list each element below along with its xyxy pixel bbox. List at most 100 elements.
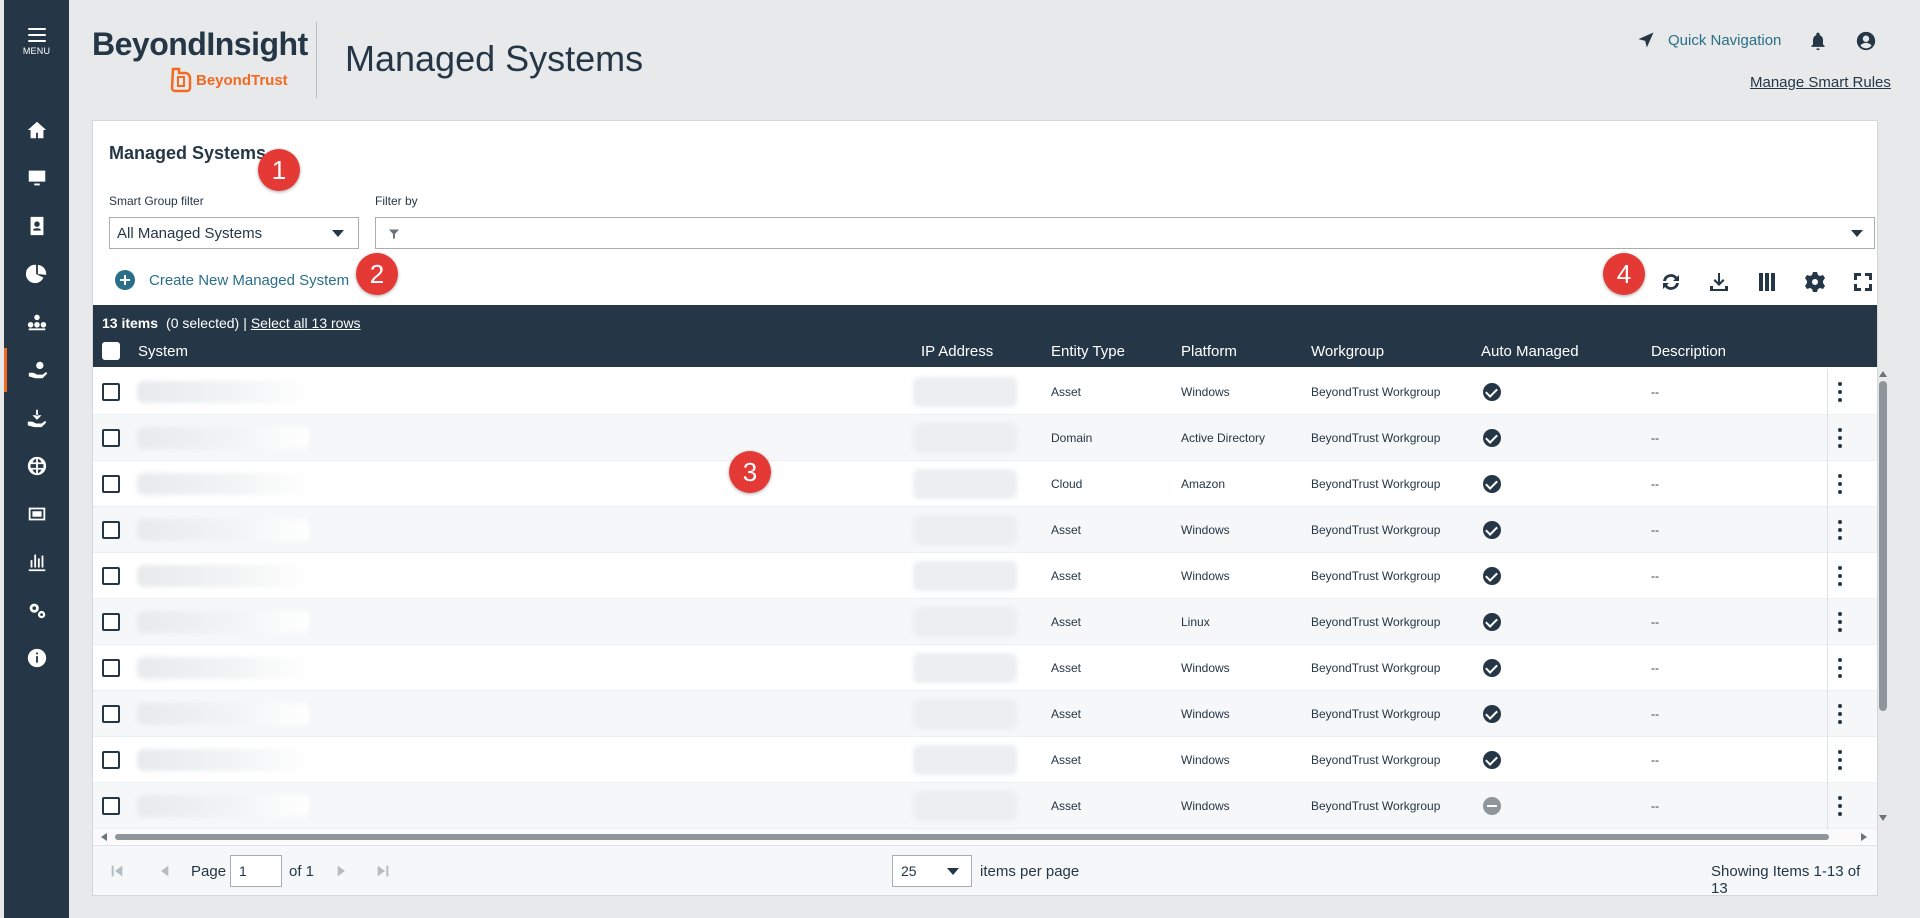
row-checkbox[interactable] (102, 751, 120, 769)
next-page-icon (337, 865, 345, 877)
nav-info[interactable] (4, 636, 69, 680)
scroll-left-arrow[interactable] (101, 833, 107, 841)
table-row[interactable]: Asset Windows BeyondTrust Workgroup -- (93, 645, 1877, 691)
table-row[interactable]: Asset Windows BeyondTrust Workgroup -- (93, 783, 1877, 829)
nav-analytics[interactable] (4, 252, 69, 296)
row-checkbox[interactable] (102, 567, 120, 585)
page-input[interactable] (230, 855, 282, 887)
last-page-button[interactable] (375, 863, 391, 883)
first-page-button[interactable] (109, 863, 125, 883)
refresh-button[interactable] (1658, 269, 1684, 295)
column-entity-type[interactable]: Entity Type (1051, 343, 1125, 360)
nav-assets[interactable] (4, 204, 69, 248)
scroll-up-arrow[interactable] (1879, 371, 1887, 377)
table-row[interactable]: Domain Active Directory BeyondTrust Workgr… (93, 415, 1877, 461)
settings-button[interactable] (1802, 269, 1828, 295)
nav-discovery[interactable] (4, 300, 69, 344)
row-checkbox[interactable] (102, 383, 120, 401)
ip-address-redacted (913, 791, 1017, 821)
horizontal-scrollbar[interactable] (115, 834, 1829, 840)
nav-monitor[interactable] (4, 156, 69, 200)
columns-button[interactable] (1754, 269, 1780, 295)
column-system[interactable]: System (138, 343, 188, 360)
nav-reports[interactable] (4, 540, 69, 584)
description-cell: -- (1651, 661, 1659, 675)
create-new-managed-system-button[interactable]: Create New Managed System (115, 270, 349, 290)
row-actions-button[interactable] (1834, 382, 1846, 402)
home-icon (27, 121, 46, 139)
table-row[interactable]: Asset Windows BeyondTrust Workgroup -- (93, 553, 1877, 599)
header-divider (316, 22, 317, 98)
bell-icon (1811, 32, 1825, 51)
column-platform[interactable]: Platform (1181, 343, 1237, 360)
row-checkbox[interactable] (102, 705, 120, 723)
smart-group-value: All Managed Systems (117, 224, 263, 242)
system-name-redacted (137, 381, 309, 403)
user-icon (1856, 31, 1876, 51)
callout-1: 1 (258, 149, 300, 191)
create-label: Create New Managed System (149, 271, 350, 289)
row-actions-button[interactable] (1834, 704, 1846, 724)
row-checkbox[interactable] (102, 475, 120, 493)
smart-group-select[interactable]: All Managed Systems (109, 217, 359, 249)
row-actions-button[interactable] (1834, 474, 1846, 494)
column-workgroup[interactable]: Workgroup (1311, 343, 1384, 360)
workgroup-cell: BeyondTrust Workgroup (1311, 523, 1441, 537)
table-row[interactable]: Asset Linux BeyondTrust Workgroup -- (93, 599, 1877, 645)
notifications-button[interactable] (1808, 30, 1828, 57)
select-all-link[interactable]: Select all 13 rows (251, 315, 361, 331)
entity-type-cell: Cloud (1051, 477, 1083, 491)
download-button[interactable] (1706, 269, 1732, 295)
next-page-button[interactable] (333, 863, 349, 883)
items-per-page-select[interactable]: 25 (892, 855, 972, 887)
row-actions-button[interactable] (1834, 428, 1846, 448)
ip-address-redacted (913, 515, 1017, 545)
row-checkbox[interactable] (102, 521, 120, 539)
ip-address-redacted (913, 561, 1017, 591)
filter-by-input[interactable] (375, 217, 1875, 249)
nav-managed-systems[interactable] (4, 348, 69, 392)
scroll-down-arrow[interactable] (1879, 815, 1887, 821)
row-actions-button[interactable] (1834, 658, 1846, 678)
column-auto-managed[interactable]: Auto Managed (1481, 343, 1579, 360)
minus-circle-icon (1483, 797, 1501, 815)
quick-navigation-button[interactable]: Quick Navigation (1636, 30, 1781, 50)
entity-type-cell: Asset (1051, 753, 1082, 767)
workgroup-cell: BeyondTrust Workgroup (1311, 477, 1441, 491)
nav-home[interactable] (4, 108, 69, 152)
nav-globe[interactable] (4, 444, 69, 488)
row-checkbox[interactable] (102, 613, 120, 631)
column-ip-address[interactable]: IP Address (921, 343, 993, 360)
check-circle-icon (1483, 705, 1501, 723)
row-actions-button[interactable] (1834, 566, 1846, 586)
row-checkbox[interactable] (102, 659, 120, 677)
last-page-icon (377, 865, 389, 877)
scroll-right-arrow[interactable] (1861, 833, 1867, 841)
nav-credentials[interactable] (4, 492, 69, 536)
select-all-checkbox[interactable] (102, 342, 120, 360)
fullscreen-button[interactable] (1850, 269, 1876, 295)
table-row[interactable]: Asset Windows BeyondTrust Workgroup -- (93, 369, 1877, 415)
column-description[interactable]: Description (1651, 343, 1726, 360)
nav-configuration[interactable] (4, 588, 69, 632)
row-checkbox[interactable] (102, 797, 120, 815)
nav-endpoint[interactable] (4, 396, 69, 440)
row-actions-button[interactable] (1834, 520, 1846, 540)
table-row[interactable]: Asset Windows BeyondTrust Workgroup -- (93, 507, 1877, 553)
brand-main-text: BeyondInsight (92, 26, 308, 62)
user-menu-button[interactable] (1855, 30, 1877, 57)
table-row[interactable]: Asset Windows BeyondTrust Workgroup -- (93, 737, 1877, 783)
manage-smart-rules-link[interactable]: Manage Smart Rules (1750, 74, 1891, 91)
vertical-scrollbar[interactable] (1879, 381, 1887, 711)
per-page-value: 25 (901, 863, 917, 879)
description-cell: -- (1651, 385, 1659, 399)
plus-circle-icon (115, 270, 135, 290)
row-checkbox[interactable] (102, 429, 120, 447)
row-actions-button[interactable] (1834, 796, 1846, 816)
row-actions-button[interactable] (1834, 612, 1846, 632)
table-row[interactable]: Asset Windows BeyondTrust Workgroup -- (93, 691, 1877, 737)
table-row[interactable]: Cloud Amazon BeyondTrust Workgroup -- (93, 461, 1877, 507)
row-actions-button[interactable] (1834, 750, 1846, 770)
menu-button[interactable]: MENU (4, 28, 69, 68)
previous-page-button[interactable] (157, 863, 173, 883)
